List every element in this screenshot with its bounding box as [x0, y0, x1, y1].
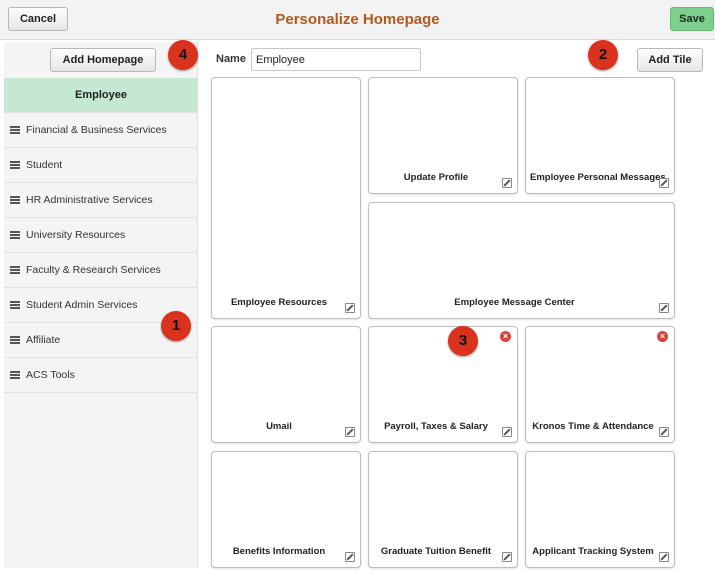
- tile-update-profile[interactable]: Update Profile: [368, 77, 518, 194]
- tile-employee-personal-messages[interactable]: Employee Personal Messages: [525, 77, 675, 194]
- sidebar-item-label: Student: [26, 159, 63, 171]
- drag-handle-icon[interactable]: [10, 161, 20, 169]
- edit-icon[interactable]: [345, 427, 355, 437]
- edit-icon[interactable]: [345, 552, 355, 562]
- tile-title: Umail: [266, 421, 292, 432]
- tile-title: Applicant Tracking System: [532, 546, 654, 557]
- callout-badge-4: 4: [168, 40, 198, 70]
- sidebar-item-label: Student Admin Services: [26, 299, 138, 311]
- sidebar-item-label: ACS Tools: [26, 369, 75, 381]
- drag-handle-icon[interactable]: [10, 371, 20, 379]
- drag-handle-icon[interactable]: [10, 196, 20, 204]
- tile-title: Benefits Information: [232, 546, 326, 557]
- remove-icon[interactable]: ×: [657, 331, 668, 342]
- tile-kronos-time-attendance[interactable]: × Kronos Time & Attendance: [525, 326, 675, 443]
- tile-payroll-taxes-salary[interactable]: × Payroll, Taxes & Salary: [368, 326, 518, 443]
- edit-icon[interactable]: [659, 427, 669, 437]
- sidebar-item-label: Affiliate: [26, 334, 61, 346]
- drag-handle-icon[interactable]: [10, 126, 20, 134]
- tile-employee-message-center[interactable]: Employee Message Center: [368, 202, 675, 319]
- edit-icon[interactable]: [502, 552, 512, 562]
- edit-icon[interactable]: [659, 303, 669, 313]
- name-input[interactable]: [251, 48, 421, 71]
- edit-icon[interactable]: [659, 552, 669, 562]
- tile-employee-resources[interactable]: Employee Resources: [211, 77, 361, 319]
- sidebar-item-hr-administrative-services[interactable]: HR Administrative Services: [4, 183, 198, 218]
- sidebar-item-employee[interactable]: Employee: [4, 78, 198, 113]
- sidebar-item-student[interactable]: Student: [4, 148, 198, 183]
- add-homepage-button[interactable]: Add Homepage: [50, 48, 156, 72]
- sidebar-item-label: University Resources: [26, 229, 126, 241]
- tile-applicant-tracking-system[interactable]: Applicant Tracking System: [525, 451, 675, 568]
- tile-benefits-information[interactable]: Benefits Information: [211, 451, 361, 568]
- edit-icon[interactable]: [502, 178, 512, 188]
- callout-badge-3: 3: [448, 326, 478, 356]
- save-button[interactable]: Save: [670, 7, 714, 31]
- edit-icon[interactable]: [502, 427, 512, 437]
- add-tile-button[interactable]: Add Tile: [637, 48, 703, 72]
- name-label: Name: [216, 53, 246, 65]
- drag-handle-icon[interactable]: [10, 301, 20, 309]
- top-bar: Cancel Personalize Homepage Save: [0, 0, 715, 40]
- sidebar-item-financial-business-services[interactable]: Financial & Business Services: [4, 113, 198, 148]
- sidebar-item-university-resources[interactable]: University Resources: [4, 218, 198, 253]
- drag-handle-icon[interactable]: [10, 231, 20, 239]
- page-title: Personalize Homepage: [275, 11, 440, 28]
- tile-title: Graduate Tuition Benefit: [380, 546, 492, 557]
- sidebar-item-label: Faculty & Research Services: [26, 264, 161, 276]
- sidebar-item-acs-tools[interactable]: ACS Tools: [4, 358, 198, 393]
- sidebar-item-faculty-research-services[interactable]: Faculty & Research Services: [4, 253, 198, 288]
- sidebar-item-label: Employee: [75, 89, 127, 101]
- tile-title: Employee Message Center: [454, 297, 575, 308]
- callout-badge-1: 1: [161, 311, 191, 341]
- homepage-list: Employee Financial & Business Services S…: [4, 78, 198, 393]
- edit-icon[interactable]: [345, 303, 355, 313]
- sidebar-item-label: Financial & Business Services: [26, 124, 167, 136]
- tile-title: Update Profile: [403, 172, 469, 183]
- sidebar-item-label: HR Administrative Services: [26, 194, 153, 206]
- edit-icon[interactable]: [659, 178, 669, 188]
- sidebar: Add Homepage Employee Financial & Busine…: [4, 42, 198, 568]
- remove-icon[interactable]: ×: [500, 331, 511, 342]
- tile-title: Employee Personal Messages: [530, 172, 666, 183]
- tile-title: Employee Resources: [230, 297, 328, 308]
- tile-graduate-tuition-benefit[interactable]: Graduate Tuition Benefit: [368, 451, 518, 568]
- drag-handle-icon[interactable]: [10, 266, 20, 274]
- tile-umail[interactable]: Umail: [211, 326, 361, 443]
- callout-badge-2: 2: [588, 40, 618, 70]
- tile-title: Payroll, Taxes & Salary: [384, 421, 488, 432]
- tile-title: Kronos Time & Attendance: [532, 421, 654, 432]
- drag-handle-icon[interactable]: [10, 336, 20, 344]
